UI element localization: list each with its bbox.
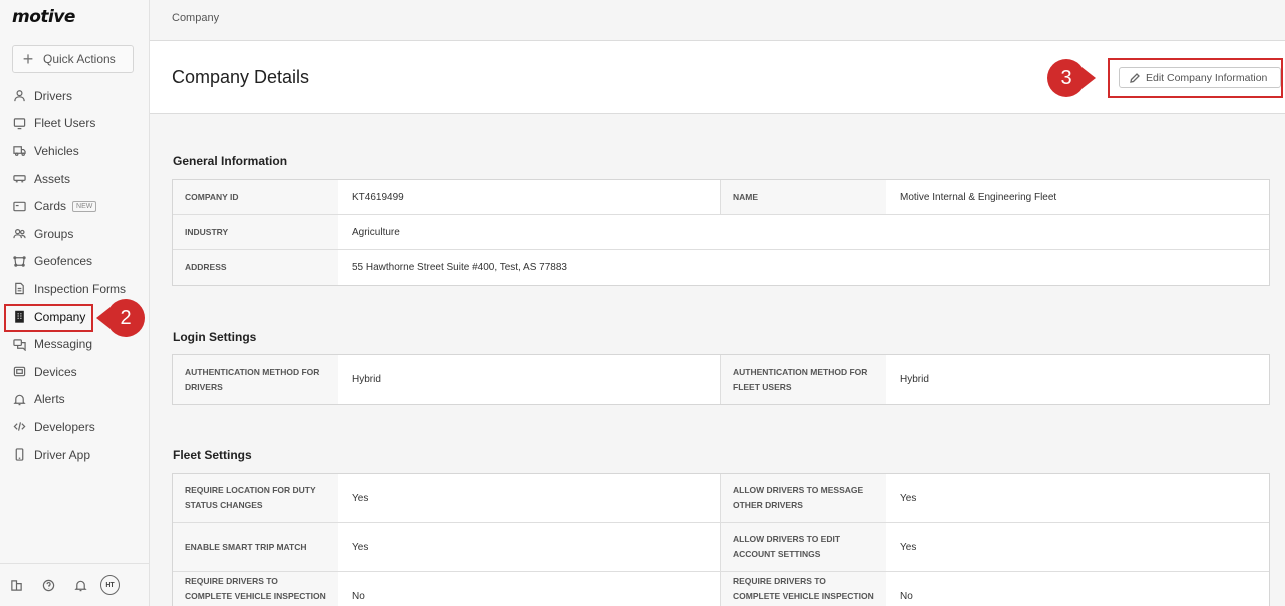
fleet-settings-title: Fleet Settings bbox=[173, 448, 252, 462]
table-row: INDUSTRY Agriculture bbox=[173, 215, 1269, 250]
company-id-value: KT4619499 bbox=[338, 180, 721, 214]
sidebar-item-drivers[interactable]: Drivers bbox=[0, 82, 150, 110]
callout-number: 3 bbox=[1047, 59, 1085, 97]
general-information-title: General Information bbox=[173, 154, 288, 168]
avatar[interactable]: HT bbox=[100, 575, 120, 595]
chat-icon bbox=[12, 337, 26, 351]
notifications-bell-icon[interactable] bbox=[64, 579, 96, 592]
fleet-setting-label: ALLOW DRIVERS TO MESSAGE OTHER DRIVERS bbox=[721, 474, 886, 522]
document-icon bbox=[12, 282, 26, 296]
callout-step-2: 2 bbox=[96, 299, 145, 337]
plus-icon: + bbox=[22, 49, 34, 69]
fleet-setting-label: REQUIRE LOCATION FOR DUTY STATUS CHANGES bbox=[173, 474, 338, 522]
fleet-setting-value: Yes bbox=[338, 523, 721, 571]
sidebar-item-label: Drivers bbox=[34, 88, 72, 103]
monitor-icon bbox=[12, 116, 26, 130]
auth-method-drivers-value: Hybrid bbox=[338, 355, 721, 404]
help-center-icon[interactable] bbox=[0, 579, 32, 592]
table-row: COMPANY ID KT4619499 NAME Motive Interna… bbox=[173, 180, 1269, 215]
industry-value: Agriculture bbox=[352, 226, 400, 238]
fleet-setting-value: Yes bbox=[900, 492, 917, 504]
sidebar-item-label: Geofences bbox=[34, 254, 93, 269]
new-badge: NEW bbox=[72, 200, 97, 212]
code-icon bbox=[12, 420, 26, 434]
fleet-settings-table: REQUIRE LOCATION FOR DUTY STATUS CHANGES… bbox=[172, 473, 1270, 606]
phone-icon bbox=[12, 448, 26, 462]
company-id-label: COMPANY ID bbox=[173, 180, 338, 214]
sidebar-item-developers[interactable]: Developers bbox=[0, 413, 150, 441]
sidebar-item-label: Assets bbox=[34, 171, 71, 186]
card-icon bbox=[12, 199, 26, 213]
sidebar-item-vehicles[interactable]: Vehicles bbox=[0, 137, 150, 165]
sidebar-item-label: Driver App bbox=[34, 447, 91, 462]
fleet-setting-label: REQUIRE DRIVERS TO COMPLETE VEHICLE INSP… bbox=[173, 572, 338, 606]
general-information-table: COMPANY ID KT4619499 NAME Motive Interna… bbox=[172, 179, 1270, 286]
sidebar-item-label: Groups bbox=[34, 226, 74, 241]
sidebar-item-driver-app[interactable]: Driver App bbox=[0, 441, 150, 469]
fleet-setting-label: REQUIRE DRIVERS TO COMPLETE VEHICLE INSP… bbox=[721, 572, 886, 606]
sidebar-nav: Drivers Fleet Users Vehicles Assets Card… bbox=[0, 82, 150, 468]
fleet-setting-label: ENABLE SMART TRIP MATCH bbox=[173, 523, 338, 571]
sidebar-item-label: Alerts bbox=[34, 392, 65, 407]
sidebar-item-label: Developers bbox=[34, 419, 95, 434]
industry-label: INDUSTRY bbox=[173, 215, 338, 249]
address-label: ADDRESS bbox=[173, 250, 338, 285]
top-bar: Company bbox=[150, 0, 1285, 41]
user-icon bbox=[12, 89, 26, 103]
login-settings-title: Login Settings bbox=[173, 330, 257, 344]
help-icon[interactable] bbox=[32, 579, 64, 592]
sidebar-item-label: Cards bbox=[34, 199, 67, 214]
geofence-icon bbox=[12, 254, 26, 268]
auth-method-fleet-users-value: Hybrid bbox=[900, 374, 929, 385]
auth-method-drivers-label: AUTHENTICATION METHOD FOR DRIVERS bbox=[173, 355, 338, 404]
quick-actions-label: Quick Actions bbox=[43, 52, 116, 66]
motive-logo[interactable]: motive bbox=[12, 7, 75, 27]
fleet-setting-value: No bbox=[900, 591, 913, 602]
callout-pointer bbox=[1082, 67, 1096, 89]
edit-button-highlight-box bbox=[1108, 58, 1283, 98]
trailer-icon bbox=[12, 172, 26, 186]
fleet-setting-value: Yes bbox=[900, 541, 917, 553]
name-label: NAME bbox=[721, 180, 886, 214]
table-row: ADDRESS 55 Hawthorne Street Suite #400, … bbox=[173, 250, 1269, 285]
table-row: ENABLE SMART TRIP MATCH Yes ALLOW DRIVER… bbox=[173, 523, 1269, 572]
sidebar-item-assets[interactable]: Assets bbox=[0, 165, 150, 193]
bell-icon bbox=[12, 392, 26, 406]
sidebar-item-label: Inspection Forms bbox=[34, 281, 127, 296]
address-value: 55 Hawthorne Street Suite #400, Test, AS… bbox=[352, 262, 567, 273]
sidebar-item-geofences[interactable]: Geofences bbox=[0, 248, 150, 276]
sidebar-item-alerts[interactable]: Alerts bbox=[0, 386, 150, 414]
fleet-setting-value: No bbox=[338, 572, 721, 606]
callout-step-3: 3 bbox=[1047, 59, 1096, 97]
name-value: Motive Internal & Engineering Fleet bbox=[900, 191, 1057, 203]
sidebar-item-fleet-users[interactable]: Fleet Users bbox=[0, 110, 150, 138]
breadcrumb: Company bbox=[172, 12, 220, 24]
users-icon bbox=[12, 227, 26, 241]
device-icon bbox=[12, 365, 26, 379]
login-settings-table: AUTHENTICATION METHOD FOR DRIVERS Hybrid… bbox=[172, 354, 1270, 405]
sidebar-item-label: Vehicles bbox=[34, 143, 79, 158]
table-row: AUTHENTICATION METHOD FOR DRIVERS Hybrid… bbox=[173, 355, 1269, 404]
table-row: REQUIRE LOCATION FOR DUTY STATUS CHANGES… bbox=[173, 474, 1269, 523]
fleet-setting-label: ALLOW DRIVERS TO EDIT ACCOUNT SETTINGS bbox=[721, 523, 886, 571]
sidebar-item-label: Messaging bbox=[34, 337, 93, 352]
fleet-setting-value: Yes bbox=[338, 474, 721, 522]
company-highlight-box bbox=[4, 304, 93, 332]
sidebar-item-devices[interactable]: Devices bbox=[0, 358, 150, 386]
auth-method-fleet-users-label: AUTHENTICATION METHOD FOR FLEET USERS bbox=[721, 355, 886, 404]
quick-actions-button[interactable]: + Quick Actions bbox=[12, 45, 134, 73]
sidebar-item-label: Devices bbox=[34, 364, 77, 379]
sidebar-item-groups[interactable]: Groups bbox=[0, 220, 150, 248]
sidebar-item-cards[interactable]: Cards NEW bbox=[0, 192, 150, 220]
table-row: REQUIRE DRIVERS TO COMPLETE VEHICLE INSP… bbox=[173, 572, 1269, 606]
truck-icon bbox=[12, 144, 26, 158]
page-title: Company Details bbox=[172, 67, 310, 87]
sidebar-footer: HT bbox=[0, 563, 150, 606]
sidebar-item-label: Fleet Users bbox=[34, 116, 96, 131]
callout-number: 2 bbox=[107, 299, 145, 337]
